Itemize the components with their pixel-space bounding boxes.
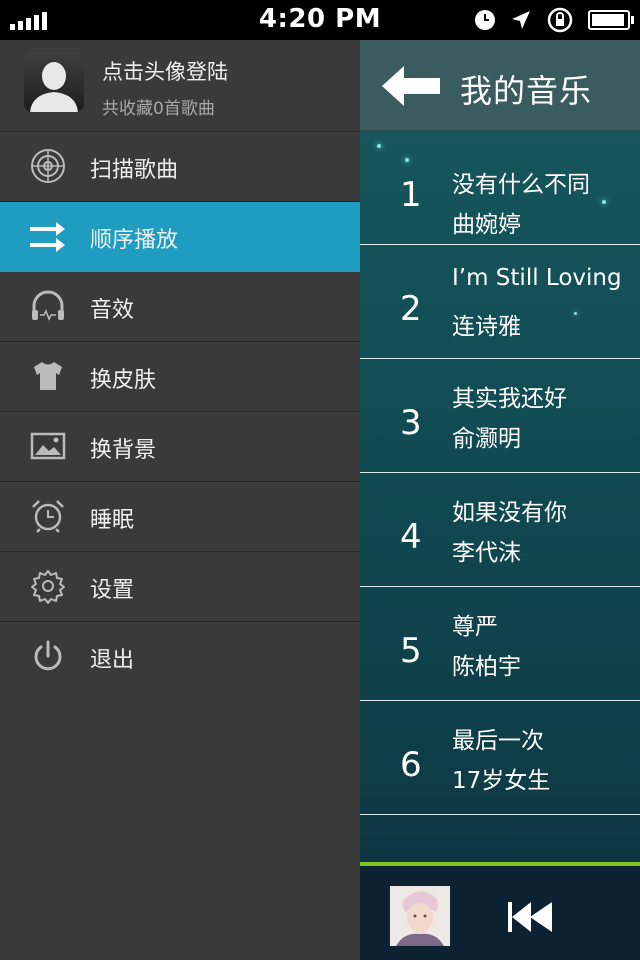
song-title: 最后一次: [452, 728, 544, 754]
song-artist: 陈柏宇: [452, 654, 521, 680]
menu-label: 音效: [90, 298, 135, 323]
power-icon: [34, 640, 62, 671]
now-playing-bar: [360, 862, 640, 960]
song-artist: 俞灏明: [452, 426, 521, 452]
song-artist: 李代沫: [452, 540, 521, 566]
sidebar: 点击头像登陆 共收藏0首歌曲 扫描歌曲 顺序播放 音效 换皮肤 换背景 睡眠 设…: [0, 40, 360, 960]
song-row[interactable]: 3 其实我还好 俞灏明: [360, 359, 640, 473]
menu-item-sequential-play[interactable]: 顺序播放: [0, 202, 360, 272]
music-header: 我的音乐: [360, 40, 640, 131]
song-index: 3: [400, 403, 422, 443]
album-art-portrait: [390, 886, 450, 946]
headphones-icon: [32, 290, 64, 321]
song-row[interactable]: 6 最后一次 17岁女生: [360, 701, 640, 815]
song-index: 4: [400, 517, 422, 557]
song-index: 2: [400, 289, 422, 329]
tshirt-icon: [34, 362, 62, 390]
image-icon: [30, 432, 66, 460]
menu-item-settings[interactable]: 设置: [0, 552, 360, 622]
menu-item-sound-effects[interactable]: 音效: [0, 272, 360, 342]
menu-item-exit[interactable]: 退出: [0, 622, 360, 691]
song-index: 1: [400, 175, 422, 215]
song-title: 如果没有你: [452, 500, 567, 526]
battery-icon: [588, 10, 634, 30]
song-index: 5: [400, 631, 422, 671]
avatar[interactable]: [24, 52, 84, 112]
menu-label: 换皮肤: [90, 368, 157, 393]
back-arrow-icon[interactable]: [380, 64, 442, 108]
song-row[interactable]: 4 如果没有你 李代沫: [360, 473, 640, 587]
my-music-panel: 我的音乐 1 没有什么不同 曲婉婷 2 I’m Still Loving 连诗雅…: [360, 40, 640, 960]
song-row[interactable]: 5 尊严 陈柏宇: [360, 587, 640, 701]
song-index: 6: [400, 745, 422, 785]
song-row[interactable]: 1 没有什么不同 曲婉婷: [360, 131, 640, 245]
login-prompt[interactable]: 点击头像登陆: [102, 56, 228, 86]
status-icons: [474, 6, 634, 34]
gear-icon: [31, 570, 65, 604]
song-artist: 17岁女生: [452, 768, 551, 794]
alarm-clock-icon: [32, 500, 64, 533]
page-title: 我的音乐: [460, 72, 593, 110]
song-title: 其实我还好: [452, 386, 567, 412]
clock-icon: [475, 10, 495, 30]
menu-item-scan-songs[interactable]: 扫描歌曲: [0, 132, 360, 202]
menu-label: 设置: [90, 578, 135, 603]
song-artist: 连诗雅: [452, 314, 521, 340]
menu-label: 睡眠: [90, 508, 135, 533]
menu-label: 顺序播放: [90, 228, 179, 253]
shuffle-arrows-icon: [30, 222, 65, 252]
radar-icon: [31, 149, 65, 183]
menu-item-change-skin[interactable]: 换皮肤: [0, 342, 360, 412]
collection-count: 共收藏0首歌曲: [102, 99, 215, 119]
menu-label: 扫描歌曲: [90, 158, 179, 183]
user-panel: 点击头像登陆 共收藏0首歌曲: [0, 40, 360, 132]
rotation-lock-icon: [547, 7, 573, 33]
song-title: I’m Still Loving: [452, 265, 622, 291]
previous-track-button[interactable]: [506, 900, 556, 934]
song-title: 尊严: [452, 614, 498, 640]
song-row[interactable]: 2 I’m Still Loving 连诗雅: [360, 245, 640, 359]
menu-item-sleep[interactable]: 睡眠: [0, 482, 360, 552]
menu-label: 退出: [90, 648, 135, 673]
song-title: 没有什么不同: [452, 172, 590, 198]
menu-label: 换背景: [90, 438, 157, 463]
menu-item-change-background[interactable]: 换背景: [0, 412, 360, 482]
user-silhouette-icon: [30, 62, 78, 112]
status-bar: 4:20 PM: [0, 0, 640, 40]
location-arrow-icon: [512, 11, 530, 29]
album-art[interactable]: [390, 886, 450, 946]
song-artist: 曲婉婷: [452, 212, 521, 238]
